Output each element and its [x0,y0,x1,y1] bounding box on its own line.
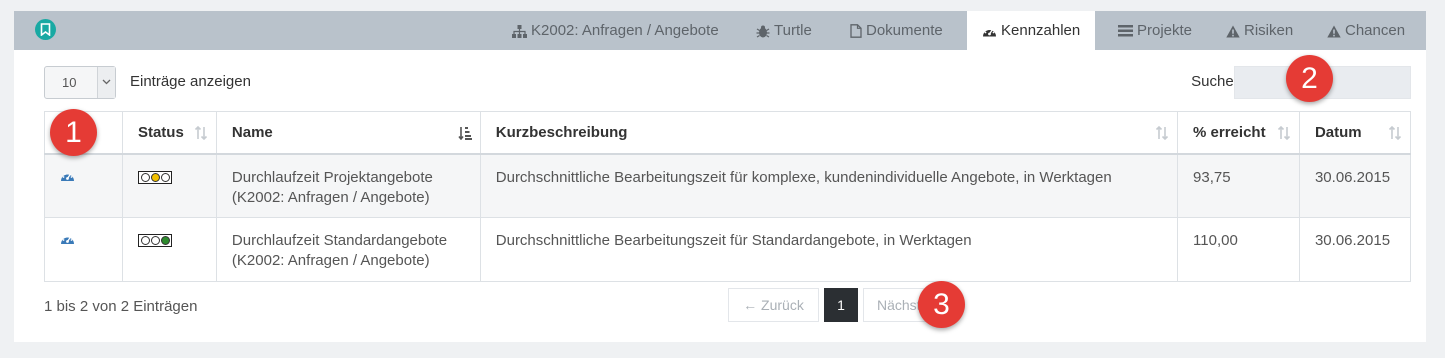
light-green [160,236,170,245]
callout-marker-3: 3 [918,281,965,328]
tab-label: Chancen [1345,22,1406,39]
entries-per-page-select[interactable]: 10 [44,66,116,99]
tab-label: Kennzahlen [1001,22,1081,39]
table-row[interactable]: Durchlaufzeit Standardangebote (K2002: A… [44,217,1412,282]
tab-bar: K2002: Anfragen / Angebote Turtle Dokume… [14,11,1426,50]
tab-process[interactable]: K2002: Anfragen / Angebote [498,11,736,50]
main-panel: K2002: Anfragen / Angebote Turtle Dokume… [14,11,1426,342]
tab-chancen[interactable]: Chancen [1313,11,1413,50]
kpi-table: Status Name Kurzbeschreibung % erreicht … [44,111,1412,282]
table-header-row: Status Name Kurzbeschreibung % erreicht … [44,111,1412,155]
cell-icon [44,217,123,282]
tab-turtle[interactable]: Turtle [742,11,828,50]
cell-name: Durchlaufzeit Standardangebote (K2002: A… [215,217,481,282]
sitemap-icon [512,24,527,38]
tab-label: Turtle [774,22,812,39]
file-icon [850,24,862,38]
column-header-percent[interactable]: % erreicht [1177,111,1300,155]
warning-icon [1226,25,1240,38]
cell-achieved: 110,00 [1177,217,1300,282]
light-red [140,172,150,182]
warning-icon [1327,25,1341,38]
tab-label: Dokumente [866,22,943,39]
bookmark-icon[interactable] [35,19,56,40]
cell-date: 30.06.2015 [1298,153,1412,218]
tab-projekte[interactable]: Projekte [1104,11,1204,50]
cell-description: Durchschnittliche Bearbeitungszeit für S… [479,217,1179,282]
prev-page-button[interactable]: ← Zurück [728,288,819,322]
sort-icon[interactable] [194,125,208,144]
tab-label: K2002: Anfragen / Angebote [531,22,719,39]
cell-date: 30.06.2015 [1298,217,1412,282]
table-row[interactable]: Durchlaufzeit Projektangebote (K2002: An… [44,153,1412,218]
dashboard-icon[interactable] [60,231,75,251]
cell-icon [44,153,123,218]
tab-dokumente[interactable]: Dokumente [836,11,968,50]
light-red [140,236,150,245]
table-info: 1 bis 2 von 2 Einträgen [44,298,198,315]
dashboard-icon[interactable] [60,168,75,188]
tab-kennzahlen[interactable]: Kennzahlen [967,11,1095,50]
entries-label: Einträge anzeigen [130,73,251,90]
sort-icon[interactable] [1388,125,1402,144]
page-1-button[interactable]: 1 [824,288,858,322]
tab-label: Projekte [1137,22,1193,39]
traffic-light-icon [137,170,172,184]
light-green [160,172,170,182]
column-header-kurzbeschreibung[interactable]: Kurzbeschreibung [479,111,1179,155]
column-header-datum[interactable]: Datum [1298,111,1412,155]
list-icon [1118,25,1133,37]
callout-marker-2: 2 [1286,55,1333,102]
cell-description: Durchschnittliche Bearbeitungszeit für k… [479,153,1179,218]
sort-ascending-icon[interactable] [458,126,472,144]
cell-status [121,153,217,218]
cell-achieved: 93,75 [1177,153,1300,218]
sort-icon[interactable] [1155,125,1169,144]
chevron-down-icon[interactable] [97,67,115,98]
column-header-status[interactable]: Status [121,111,217,155]
light-yellow [150,172,160,182]
traffic-light-icon [137,234,172,247]
bug-icon [756,25,770,38]
cell-name: Durchlaufzeit Projektangebote (K2002: An… [215,153,481,218]
light-yellow [150,236,160,245]
callout-marker-1: 1 [50,109,97,156]
sort-icon[interactable] [1277,125,1291,144]
entries-per-page-value: 10 [62,75,77,90]
tab-risiken[interactable]: Risiken [1212,11,1302,50]
cell-status [121,217,217,282]
tab-label: Risiken [1244,22,1294,39]
column-header-name[interactable]: Name [215,111,481,155]
dashboard-icon [982,25,997,38]
